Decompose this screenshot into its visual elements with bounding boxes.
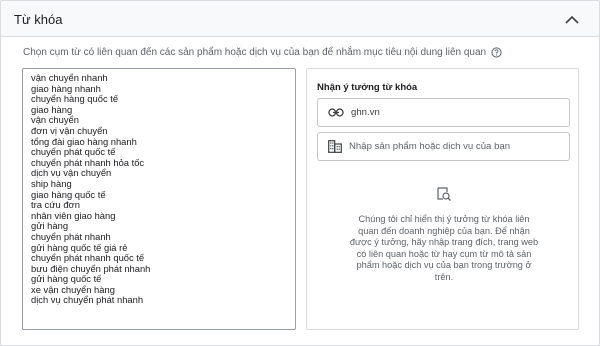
search-document-icon <box>436 186 452 202</box>
url-field[interactable]: ghn.vn <box>317 98 570 127</box>
panel-description: Chọn cụm từ có liên quan đến các sản phẩ… <box>23 47 502 58</box>
keyword-item: dịch vụ chuyển phát nhanh <box>31 294 144 306</box>
ideas-title: Nhận ý tưởng từ khóa <box>317 82 418 93</box>
keywords-list: vận chuyển nhanh giao hàng nhanh chuyển … <box>31 72 150 306</box>
business-icon <box>328 140 342 153</box>
keyword-item: chuyển phát nhanh <box>31 230 111 242</box>
chevron-up-icon <box>565 15 579 24</box>
url-value: ghn.vn <box>351 107 380 118</box>
panel-title: Từ khóa <box>14 12 63 27</box>
keyword-item: vận chuyển nhanh <box>31 72 108 83</box>
product-placeholder: Nhập sản phẩm hoặc dịch vụ của bạn <box>349 141 511 152</box>
keywords-textarea[interactable]: vận chuyển nhanh giao hàng nhanh chuyển … <box>22 68 296 330</box>
panel-header[interactable]: Từ khóa <box>1 1 599 37</box>
product-field[interactable]: Nhập sản phẩm hoặc dịch vụ của bạn <box>317 132 570 161</box>
description-text: Chọn cụm từ có liên quan đến các sản phẩ… <box>23 47 487 58</box>
empty-state-message: Chúng tôi chỉ hiển thị ý tưởng từ khóa l… <box>349 214 539 282</box>
link-icon <box>328 108 344 117</box>
keywords-panel: Từ khóa Chọn cụm từ có liên quan đến các… <box>0 0 600 346</box>
help-icon[interactable] <box>491 47 502 58</box>
keyword-ideas-card: Nhận ý tưởng từ khóa ghn.vn Nhập sản phẩ… <box>306 68 579 330</box>
keyword-item: ship hàng <box>31 177 72 189</box>
collapse-button[interactable] <box>561 9 583 29</box>
keyword-item: đơn vị vận chuyển <box>31 124 108 136</box>
